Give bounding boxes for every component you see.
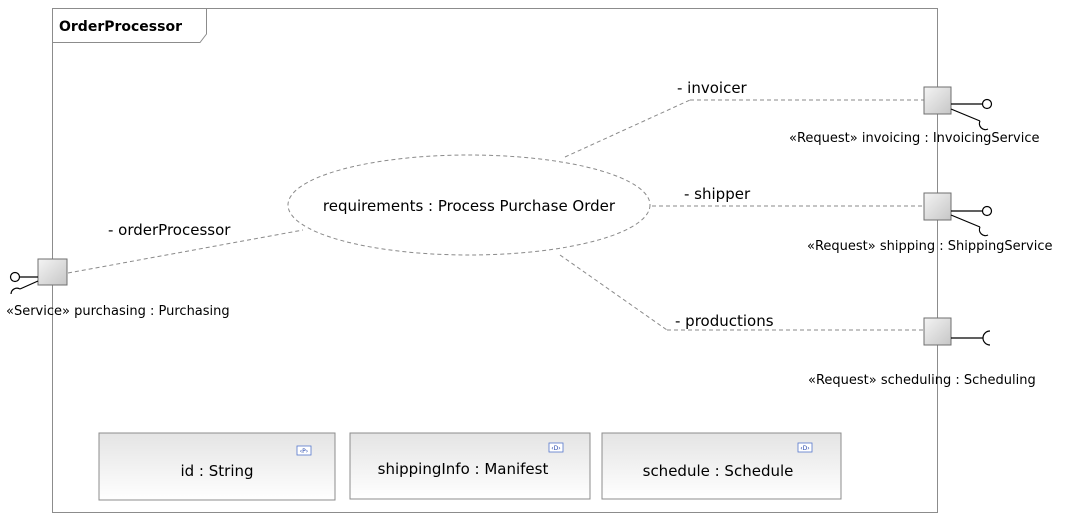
invoicing-provided-interface-icon: [981, 98, 993, 110]
role-label-order-processor: - orderProcessor: [108, 221, 231, 239]
attribute-schedule-label: schedule : Schedule: [643, 462, 794, 480]
shipping-provided-interface-icon: [981, 205, 993, 217]
port-purchasing[interactable]: [37, 258, 68, 286]
attribute-id-label: id : String: [180, 462, 253, 480]
collaboration-use-label: requirements : Process Purchase Order: [323, 197, 616, 215]
attribute-shipping-info[interactable]: shippingInfo : Manifest ‹D›: [349, 432, 591, 500]
port-scheduling[interactable]: [923, 317, 952, 346]
attribute-shipping-info-label: shippingInfo : Manifest: [378, 460, 549, 478]
purchasing-provided-interface-icon: [9, 271, 21, 283]
uml-composite-structure-diagram: OrderProcessor requirements : Process Pu…: [6, 8, 1052, 513]
role-label-invoicer: - invoicer: [677, 79, 748, 97]
scheduling-required-interface-icon: [982, 330, 991, 346]
role-label-shipper: - shipper: [684, 185, 751, 203]
shipping-required-interface-icon: [950, 214, 989, 237]
port-purchasing-label: «Service» purchasing : Purchasing: [6, 304, 230, 319]
port-invoicing[interactable]: [923, 86, 952, 115]
attribute-schedule-badge: ‹D›: [800, 445, 809, 452]
attribute-shipping-info-badge: ‹D›: [551, 445, 560, 452]
port-shipping[interactable]: [923, 192, 952, 221]
port-scheduling-label: «Request» scheduling : Scheduling: [808, 373, 1036, 388]
purchasing-required-interface-icon: [10, 280, 39, 295]
invoicing-required-interface-icon: [950, 108, 989, 131]
attribute-schedule[interactable]: schedule : Schedule ‹D›: [601, 432, 842, 500]
attribute-id[interactable]: id : String ‹P›: [98, 432, 336, 501]
component-name: OrderProcessor: [59, 19, 182, 35]
port-invoicing-label: «Request» invoicing : InvoicingService: [789, 131, 1039, 146]
port-shipping-label: «Request» shipping : ShippingService: [807, 239, 1052, 254]
role-label-productions: - productions: [675, 312, 774, 330]
attribute-id-badge: ‹P›: [300, 448, 308, 455]
